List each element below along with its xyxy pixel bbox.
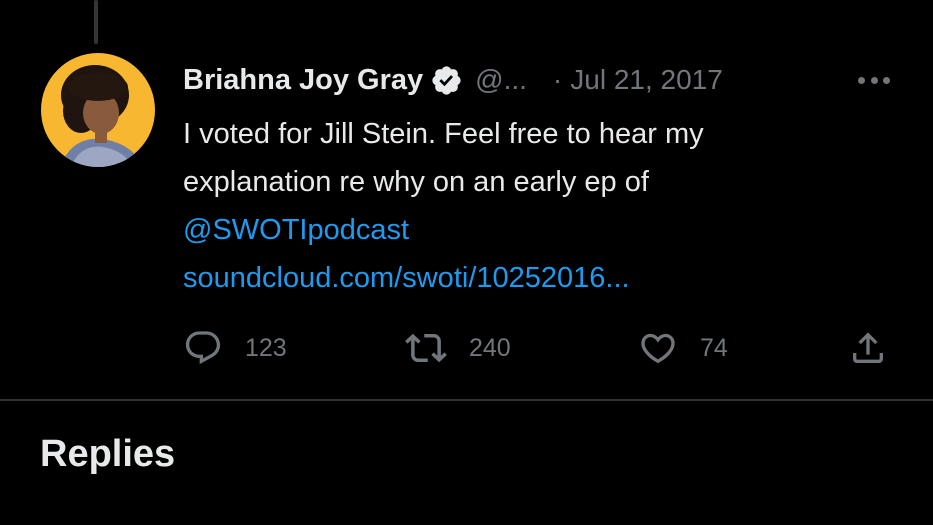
tweet-header: Briahna Joy Gray @... · Jul 21, 2017 [183, 58, 723, 102]
author-handle[interactable]: @... [475, 64, 527, 96]
reply-count: 123 [245, 333, 287, 362]
reply-button[interactable]: 123 [183, 323, 287, 373]
tweet-text-line: explanation re why on an early ep of [183, 166, 649, 198]
tweet-date[interactable]: Jul 21, 2017 [570, 64, 723, 96]
share-icon [848, 328, 888, 368]
reply-bubble-icon [183, 328, 223, 368]
mention-link[interactable]: @SWOTIpodcast [183, 206, 883, 254]
retweet-icon [405, 327, 447, 369]
avatar[interactable] [41, 53, 155, 167]
author-name[interactable]: Briahna Joy Gray [183, 64, 423, 97]
verified-badge-icon [430, 64, 463, 97]
share-button[interactable] [848, 323, 888, 373]
header-separator: · [552, 64, 563, 95]
avatar-image [41, 53, 155, 167]
tweet-actions: 123 240 74 [183, 323, 893, 373]
thread-connector-line [94, 0, 98, 44]
external-link[interactable]: soundcloud.com/swoti/10252016... [183, 254, 883, 302]
heart-icon [638, 328, 678, 368]
tweet-text: I voted for Jill Stein. Feel free to hea… [183, 110, 883, 302]
replies-heading: Replies [40, 433, 176, 475]
retweet-count: 240 [469, 333, 511, 362]
more-options-icon[interactable] [855, 62, 893, 98]
like-button[interactable]: 74 [638, 323, 728, 373]
like-count: 74 [700, 333, 728, 362]
section-divider [0, 399, 933, 401]
retweet-button[interactable]: 240 [405, 323, 511, 373]
tweet-text-line: I voted for Jill Stein. Feel free to hea… [183, 118, 704, 150]
